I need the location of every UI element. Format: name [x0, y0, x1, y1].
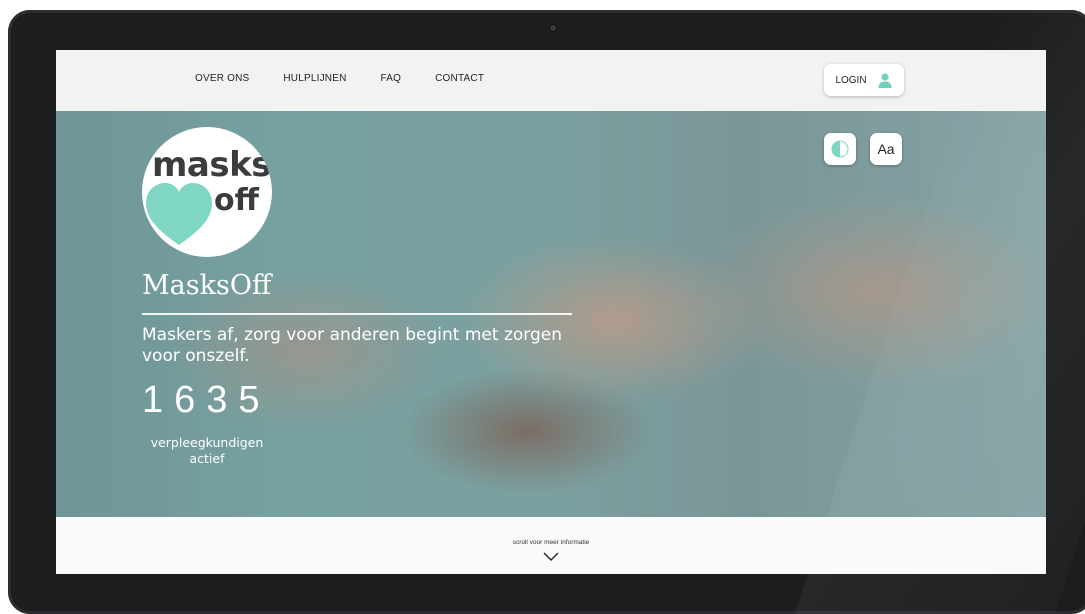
font-size-button[interactable]: Aa [870, 133, 902, 165]
nurse-counter: 1635 [142, 379, 271, 421]
counter-label: verpleegkundigen actief [150, 435, 264, 466]
title-divider [142, 313, 572, 315]
site-title: MasksOff [142, 270, 272, 301]
nav-links: OVER ONS HULPLIJNEN FAQ CONTACT [195, 73, 518, 84]
screen: OVER ONS HULPLIJNEN FAQ CONTACT LOGIN Aa… [56, 50, 1046, 574]
nav-link-hulplijnen[interactable]: HULPLIJNEN [283, 73, 346, 84]
login-label: LOGIN [835, 74, 867, 86]
chevron-down-icon[interactable] [543, 552, 559, 562]
masks-off-logo: masks off [142, 127, 272, 257]
contrast-icon [831, 140, 849, 158]
nav-link-faq[interactable]: FAQ [381, 73, 402, 84]
nav-link-over-ons[interactable]: OVER ONS [195, 73, 249, 84]
login-button[interactable]: LOGIN [824, 64, 904, 96]
heart-icon [146, 183, 212, 245]
nav-link-contact[interactable]: CONTACT [435, 73, 484, 84]
scroll-prompt-section: scroll voor meer informatie [56, 517, 1046, 574]
hero-section: Aa masks off MasksOff Maskers af, zorg v… [56, 111, 1046, 517]
tablet-device-frame: OVER ONS HULPLIJNEN FAQ CONTACT LOGIN Aa… [8, 10, 1085, 614]
camera-icon [550, 25, 556, 31]
tagline: Maskers af, zorg voor anderen begint met… [142, 325, 562, 366]
contrast-toggle-button[interactable] [824, 133, 856, 165]
scroll-hint-text: scroll voor meer informatie [512, 539, 590, 546]
top-navbar: OVER ONS HULPLIJNEN FAQ CONTACT LOGIN [56, 50, 1046, 111]
logo-text-off: off [214, 183, 259, 218]
logo-text-masks: masks [152, 145, 271, 185]
user-icon [878, 73, 892, 88]
